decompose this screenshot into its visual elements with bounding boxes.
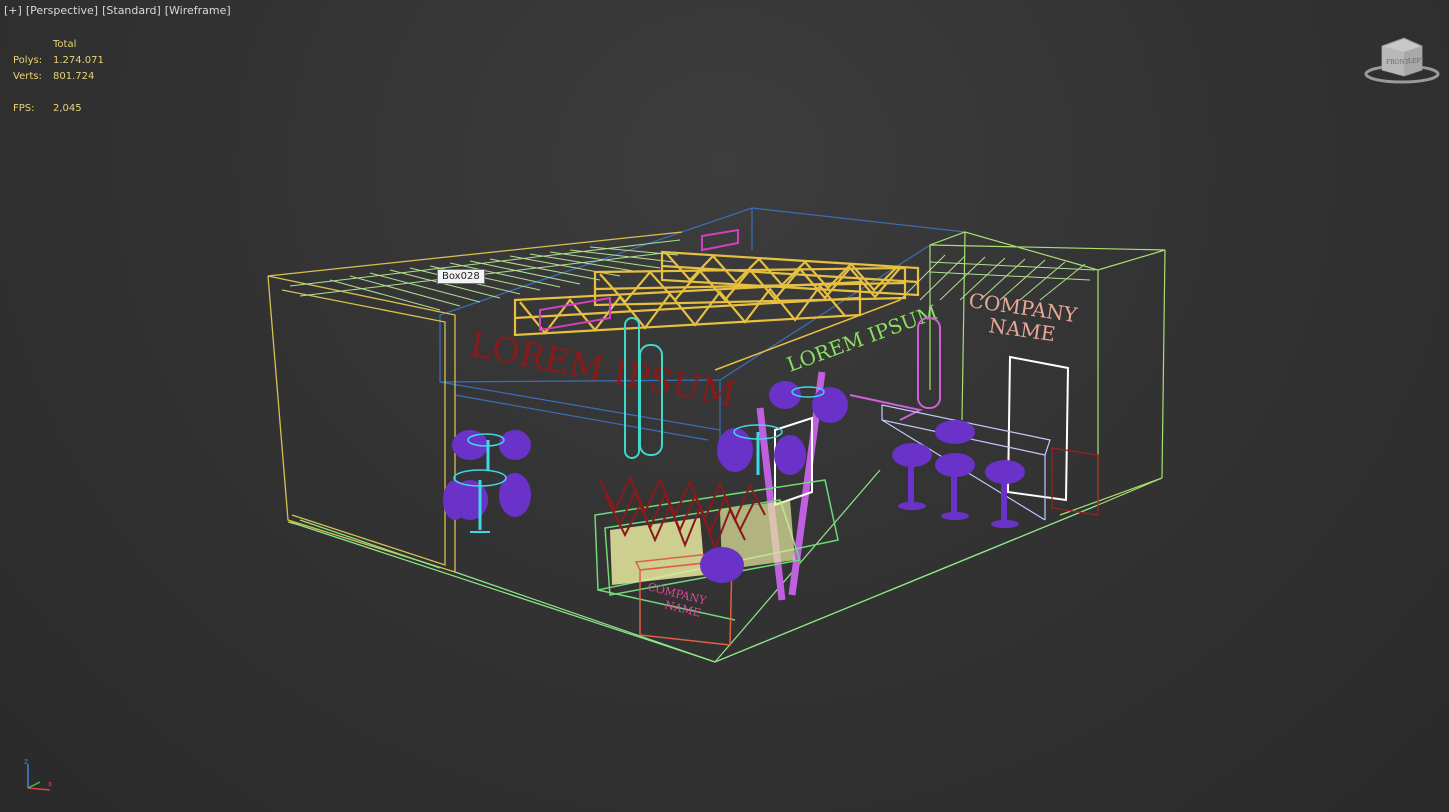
viewcube-widget[interactable]: FRONT LEFT [1364, 34, 1440, 86]
viewcube-left-label: LEFT [1408, 58, 1425, 65]
axis-x-label: x [48, 780, 52, 788]
axis-tripod-icon: z x [24, 757, 52, 791]
scene-wireframe[interactable]: LOREM IPSUM LOREM IPSUM COMPANY NAME COM… [0, 0, 1449, 812]
lorem-ipsum-sign: LOREM IPSUM [466, 325, 738, 416]
object-name-tooltip: Box028 [437, 269, 485, 284]
3d-viewport[interactable]: [+] [Perspective] [Standard] [Wireframe]… [0, 0, 1449, 812]
axis-z-label: z [24, 757, 28, 766]
ceiling-truss-3[interactable] [660, 250, 920, 297]
bar-stools[interactable] [892, 420, 1025, 528]
viewcube-front-label: FRONT [1386, 59, 1409, 66]
counter-stool[interactable] [700, 547, 744, 583]
left-table-set[interactable] [443, 430, 531, 533]
ceiling-truss-1[interactable] [513, 280, 862, 337]
